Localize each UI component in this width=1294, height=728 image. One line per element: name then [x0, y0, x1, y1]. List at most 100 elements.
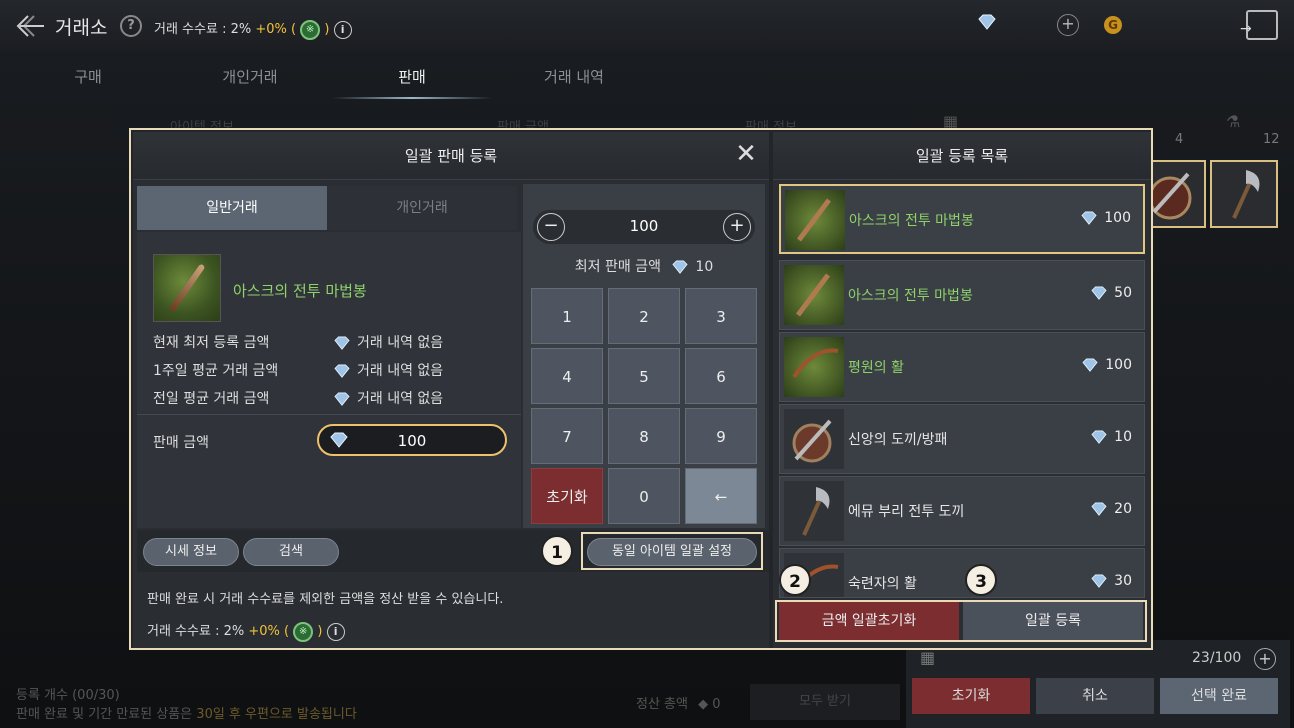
price-value: 20 [1114, 501, 1132, 517]
active-tab-indicator [332, 97, 492, 99]
stat-value: 거래 내역 없음 [333, 332, 443, 352]
item-icon [785, 190, 845, 250]
search-button[interactable]: 검색 [243, 538, 339, 566]
fee-bonus: +0% [248, 624, 280, 639]
stat-value: 거래 내역 없음 [333, 388, 443, 408]
callout-1: 1 [541, 535, 573, 567]
close-icon[interactable]: ✕ [733, 141, 759, 168]
inv-count: 12 [1263, 132, 1280, 147]
backspace-button[interactable]: ← [685, 468, 757, 524]
register-note: 판매 완료 및 기간 만료된 상품은 30일 후 우편으로 발송됩니다 [16, 703, 357, 722]
inv-count: 4 [1175, 132, 1184, 147]
key-3[interactable]: 3 [685, 288, 757, 344]
list-item-name: 평원의 활 [848, 360, 904, 376]
callout-2: 2 [779, 564, 811, 596]
price-value: 100 [1104, 210, 1131, 226]
plus-button[interactable]: + [723, 213, 751, 241]
settlement-note: 판매 완료 시 거래 수수료를 제외한 금액을 정산 받을 수 있습니다. [147, 592, 504, 607]
key-0[interactable]: 0 [608, 468, 680, 524]
tab-private[interactable]: 개인거래 [170, 66, 330, 87]
list-item-price: 100 [1080, 210, 1131, 226]
key-2[interactable]: 2 [608, 288, 680, 344]
register-count: 등록 개수 (00/30) [16, 688, 120, 703]
info-icon[interactable]: i [326, 622, 345, 641]
bulk-sell-modal: 일괄 판매 등록 ✕ 일반거래 개인거래 아스크의 전투 마법봉 현재 최저 등… [129, 128, 1153, 650]
register-all-button[interactable]: 일괄 등록 [963, 602, 1143, 640]
key-reset-button[interactable]: 초기화 [531, 468, 603, 524]
market-info-button[interactable]: 시세 정보 [143, 538, 239, 566]
price-input-value: 100 [397, 432, 427, 450]
diamond-icon [672, 260, 688, 274]
min-price: 최저 판매 금액 10 [523, 256, 765, 276]
list-item-name: 에뮤 부리 전투 도끼 [848, 504, 965, 520]
cancel-button[interactable]: 취소 [1036, 678, 1154, 714]
price-value: 30 [1114, 573, 1132, 589]
key-6[interactable]: 6 [685, 348, 757, 404]
fee-label: 거래 수수료 : 2% [154, 22, 252, 37]
reset-all-prices-button[interactable]: 금액 일괄초기화 [779, 602, 959, 640]
info-icon[interactable]: i [333, 20, 352, 39]
tab-history[interactable]: 거래 내역 [494, 66, 654, 87]
list-item[interactable]: 아스크의 전투 마법봉 50 [779, 260, 1145, 330]
stat-label: 1주일 평균 거래 금액 [153, 363, 279, 379]
stepper-value: 100 [629, 217, 659, 235]
list-item[interactable]: 숙련자의 활 30 [779, 548, 1145, 598]
exchange-screen: 거래소 ? 거래 수수료 : 2% +0% ( ※ ) i + G → 구매 개… [0, 0, 1294, 728]
bulk-same-item-button[interactable]: 동일 아이템 일괄 설정 [587, 538, 757, 566]
receive-all-button[interactable]: 모두 받기 [750, 684, 900, 720]
axe-shield-icon [784, 409, 844, 469]
reset-button[interactable]: 초기화 [912, 678, 1030, 714]
main-tabs: 구매 개인거래 판매 거래 내역 [0, 56, 1294, 100]
stat-label: 전일 평균 거래 금액 [153, 391, 270, 407]
back-arrow-icon[interactable] [14, 12, 46, 40]
select-done-button[interactable]: 선택 완료 [1160, 678, 1278, 714]
paren: ) [324, 22, 330, 37]
price-input[interactable]: 100 [317, 424, 507, 456]
list-item[interactable]: 에뮤 부리 전투 도끼 20 [779, 476, 1145, 546]
settle-total: 정산 총액 ◆ 0 [636, 693, 721, 712]
stat-value-text: 거래 내역 없음 [357, 363, 444, 379]
bulk-sell-title: 일괄 판매 등록 [133, 132, 769, 180]
list-item-price: 20 [1090, 501, 1132, 517]
stat-label: 현재 최저 등록 금액 [153, 335, 270, 351]
plus-icon[interactable]: + [1254, 648, 1276, 670]
tab-general-trade[interactable]: 일반거래 [137, 186, 327, 230]
fee-bonus: +0% [255, 22, 287, 37]
callout-3: 3 [965, 564, 997, 596]
item-name: 아스크의 전투 마법봉 [233, 282, 367, 300]
price-value: 10 [1114, 429, 1132, 445]
key-4[interactable]: 4 [531, 348, 603, 404]
tab-sell[interactable]: 판매 [332, 66, 492, 87]
inventory-slot[interactable] [1210, 160, 1278, 228]
key-1[interactable]: 1 [531, 288, 603, 344]
number-keypad: − 100 + 최저 판매 금액 10 1 2 3 4 5 6 7 8 9 초기… [523, 184, 765, 528]
key-8[interactable]: 8 [608, 408, 680, 464]
top-bar: 거래소 ? 거래 수수료 : 2% +0% ( ※ ) i + G → [0, 0, 1294, 52]
exit-icon[interactable]: → [1240, 10, 1278, 40]
diamond-icon [976, 14, 998, 36]
list-item[interactable]: 아스크의 전투 마법봉 100 [779, 184, 1145, 254]
inventory-capacity: 23/100 [1192, 650, 1242, 666]
price-value: 50 [1114, 285, 1132, 301]
list-item-name: 신앙의 도끼/방패 [848, 432, 948, 448]
key-7[interactable]: 7 [531, 408, 603, 464]
tab-private-trade[interactable]: 개인거래 [327, 186, 517, 230]
paren: ) [317, 624, 323, 639]
register-note-text: 판매 완료 및 기간 만료된 상품은 [16, 707, 193, 722]
potion-icon: ⚗ [1226, 112, 1241, 131]
plus-icon[interactable]: + [1057, 14, 1079, 36]
tab-buy[interactable]: 구매 [8, 66, 168, 87]
list-item[interactable]: 신앙의 도끼/방패 10 [779, 404, 1145, 474]
list-item[interactable]: 평원의 활 100 [779, 332, 1145, 402]
key-5[interactable]: 5 [608, 348, 680, 404]
list-item-name: 숙련자의 활 [848, 576, 917, 592]
buff-icon: ※ [293, 621, 314, 642]
price-value: 100 [1105, 357, 1132, 373]
action-bar: 시세 정보 검색 1 동일 아이템 일괄 설정 [137, 530, 769, 572]
settle-value: 0 [712, 697, 721, 712]
register-note-days: 30일 후 우편으로 발송됩니다 [196, 707, 357, 722]
gold-coin-icon: G [1104, 16, 1122, 34]
key-9[interactable]: 9 [685, 408, 757, 464]
help-icon[interactable]: ? [120, 15, 142, 37]
bulk-list-title: 일괄 등록 목록 [773, 132, 1151, 180]
